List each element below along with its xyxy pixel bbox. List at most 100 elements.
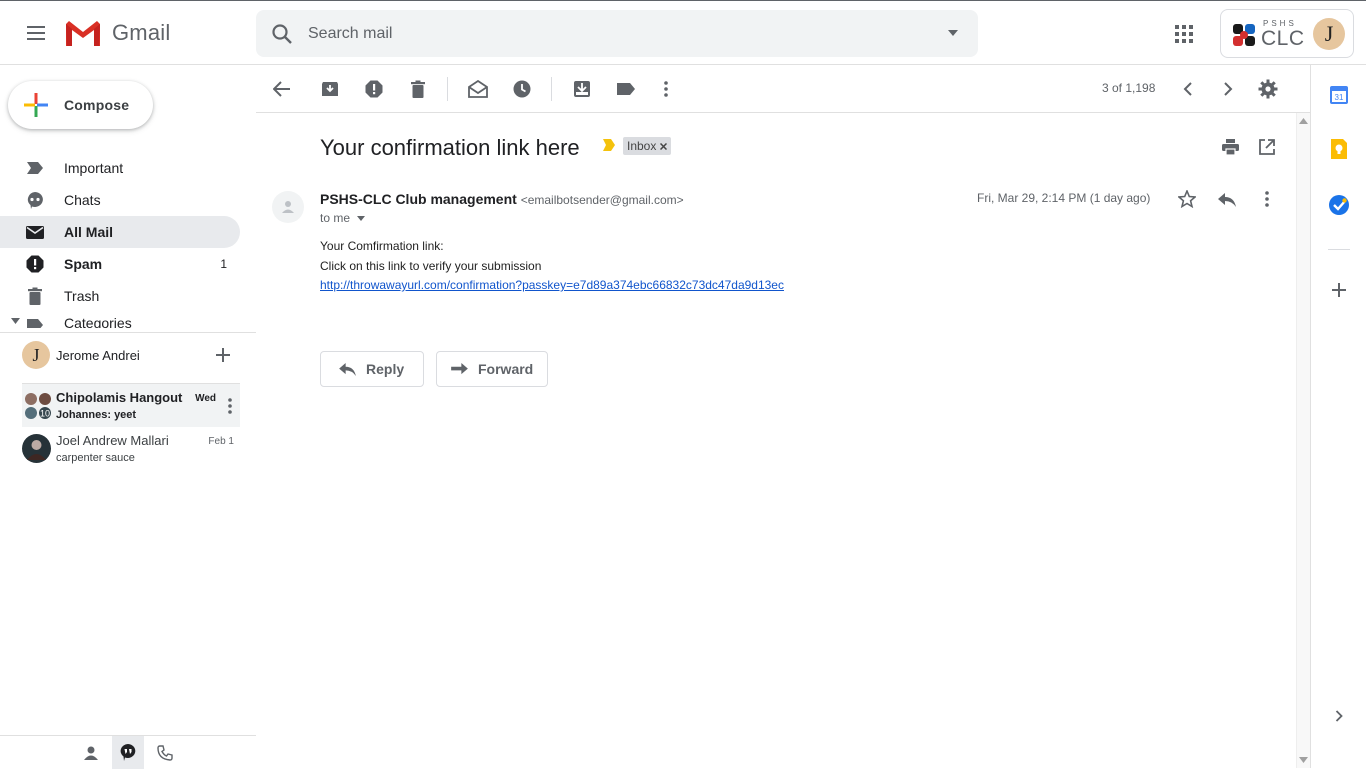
hangouts-me-row[interactable]: J Jerome Andrei bbox=[0, 333, 256, 377]
message-view: Your confirmation link here Inbox PSHS-C… bbox=[256, 113, 1296, 768]
reply-button[interactable]: Reply bbox=[320, 351, 424, 387]
important-marker-icon[interactable] bbox=[603, 138, 615, 152]
avatar bbox=[22, 434, 51, 463]
mark-unread-icon[interactable] bbox=[466, 77, 490, 101]
account-area[interactable]: PSHS CLC J bbox=[1220, 9, 1354, 58]
conversation-message: Johannes: yeet bbox=[56, 409, 137, 421]
conversation-message: carpenter sauce bbox=[56, 452, 135, 464]
report-spam-icon[interactable] bbox=[362, 77, 386, 101]
sender-avatar bbox=[272, 191, 304, 223]
scrollbar[interactable] bbox=[1296, 113, 1310, 768]
conversation-name: Joel Andrew Mallari bbox=[56, 433, 169, 448]
calendar-icon[interactable]: 31 bbox=[1328, 84, 1350, 106]
sidebar-item-important[interactable]: Important bbox=[0, 152, 240, 184]
sidebar-item-categories[interactable]: Categories bbox=[0, 312, 240, 328]
sidebar-item-trash[interactable]: Trash bbox=[0, 280, 240, 312]
gmail-logo[interactable]: Gmail bbox=[64, 18, 170, 48]
reply-icon[interactable] bbox=[1218, 193, 1236, 207]
recipient-details[interactable]: to me bbox=[320, 211, 366, 225]
sidebar-item-spam[interactable]: Spam 1 bbox=[0, 248, 240, 280]
google-apps-icon[interactable] bbox=[1172, 22, 1196, 46]
tasks-icon[interactable] bbox=[1328, 194, 1350, 216]
sidebar-item-label: Categories bbox=[64, 315, 132, 328]
conversation-date: Wed bbox=[195, 393, 216, 404]
left-sidebar: Compose Important Chats All Mail Spam 1 … bbox=[0, 65, 256, 768]
add-addon-icon[interactable] bbox=[1332, 283, 1346, 297]
email-body-line: Click on this link to verify your submis… bbox=[320, 259, 542, 273]
search-options-icon[interactable] bbox=[948, 30, 958, 36]
labels-icon[interactable] bbox=[614, 77, 638, 101]
account-avatar[interactable]: J bbox=[1313, 18, 1345, 50]
open-new-window-icon[interactable] bbox=[1259, 139, 1275, 155]
move-to-icon[interactable] bbox=[570, 77, 594, 101]
inbox-label-chip: Inbox bbox=[623, 137, 672, 155]
scroll-down-icon[interactable] bbox=[1299, 757, 1308, 763]
top-bar: Gmail PSHS CLC J bbox=[0, 0, 1366, 65]
message-toolbar: 3 of 1,198 bbox=[256, 65, 1310, 113]
archive-icon[interactable] bbox=[318, 77, 342, 101]
more-options-icon[interactable] bbox=[654, 77, 678, 101]
report-spam-icon bbox=[26, 255, 44, 273]
remove-label-icon[interactable] bbox=[660, 142, 668, 150]
reply-icon bbox=[339, 362, 356, 376]
side-panel: 31 bbox=[1310, 65, 1366, 768]
search-input[interactable] bbox=[308, 10, 928, 57]
more-options-icon[interactable] bbox=[1265, 191, 1269, 207]
conversation-item[interactable]: 10 Chipolamis Hangout Johannes: yeet Wed bbox=[22, 383, 240, 427]
hangouts-user-name: Jerome Andrei bbox=[56, 348, 140, 363]
hangouts-panel: J Jerome Andrei 10 Chipolamis Hangout Jo… bbox=[0, 332, 256, 471]
avatar: J bbox=[22, 341, 50, 369]
forward-button[interactable]: Forward bbox=[436, 351, 548, 387]
reply-label: Reply bbox=[366, 361, 405, 377]
add-icon[interactable] bbox=[216, 348, 230, 362]
expand-arrow-icon[interactable] bbox=[11, 318, 20, 324]
sender[interactable]: PSHS-CLC Club management <emailbotsender… bbox=[320, 191, 684, 207]
conversation-item[interactable]: Joel Andrew Mallari carpenter sauce Feb … bbox=[22, 427, 240, 471]
older-icon[interactable] bbox=[1216, 77, 1240, 101]
sidebar-item-label: All Mail bbox=[64, 224, 114, 240]
sidebar-item-all-mail[interactable]: All Mail bbox=[0, 216, 240, 248]
label-important-icon bbox=[27, 162, 43, 174]
settings-gear-icon[interactable] bbox=[1256, 77, 1280, 101]
page-count: 3 of 1,198 bbox=[1102, 81, 1156, 95]
hangouts-tab-active[interactable] bbox=[112, 736, 144, 769]
conversation-date: Feb 1 bbox=[208, 436, 234, 447]
chat-bubble-icon bbox=[120, 744, 136, 761]
confirmation-link[interactable]: http://throwawayurl.com/confirmation?pas… bbox=[320, 278, 784, 292]
chat-bubble-icon bbox=[27, 192, 43, 209]
more-options-icon[interactable] bbox=[228, 398, 232, 414]
search-icon[interactable] bbox=[270, 22, 294, 46]
snooze-icon[interactable] bbox=[510, 77, 534, 101]
gmail-m-icon bbox=[66, 21, 100, 46]
main-menu-button[interactable] bbox=[20, 17, 52, 49]
delete-icon[interactable] bbox=[406, 77, 430, 101]
sidebar-item-label: Important bbox=[64, 160, 124, 176]
scroll-up-icon[interactable] bbox=[1299, 118, 1308, 124]
svg-text:10: 10 bbox=[40, 409, 50, 419]
spam-count: 1 bbox=[220, 257, 227, 271]
sender-name: PSHS-CLC Club management bbox=[320, 191, 517, 207]
email-subject: Your confirmation link here bbox=[320, 135, 580, 160]
app-name: Gmail bbox=[112, 20, 171, 45]
mail-icon bbox=[26, 226, 44, 239]
phone-icon[interactable] bbox=[157, 745, 173, 761]
side-panel-divider bbox=[1328, 249, 1350, 250]
compose-button[interactable]: Compose bbox=[8, 81, 153, 129]
sidebar-item-label: Spam bbox=[64, 256, 103, 272]
sidebar-item-chats[interactable]: Chats bbox=[0, 184, 240, 216]
conversation-name: Chipolamis Hangout bbox=[56, 390, 183, 405]
expand-panel-icon[interactable] bbox=[1335, 710, 1343, 722]
pshs-logo-icon bbox=[1233, 23, 1255, 46]
back-icon[interactable] bbox=[270, 77, 294, 101]
print-icon[interactable] bbox=[1222, 139, 1239, 155]
nav-list: Important Chats All Mail Spam 1 Trash Ca… bbox=[0, 152, 240, 328]
star-icon[interactable] bbox=[1178, 190, 1196, 208]
newer-icon[interactable] bbox=[1176, 77, 1200, 101]
search-bar[interactable] bbox=[256, 10, 978, 57]
group-avatar: 10 bbox=[25, 393, 51, 419]
contacts-icon[interactable] bbox=[83, 745, 99, 761]
hangouts-tabs bbox=[0, 735, 256, 769]
person-icon bbox=[282, 201, 294, 213]
keep-icon[interactable] bbox=[1328, 138, 1350, 160]
trash-icon bbox=[28, 287, 42, 305]
